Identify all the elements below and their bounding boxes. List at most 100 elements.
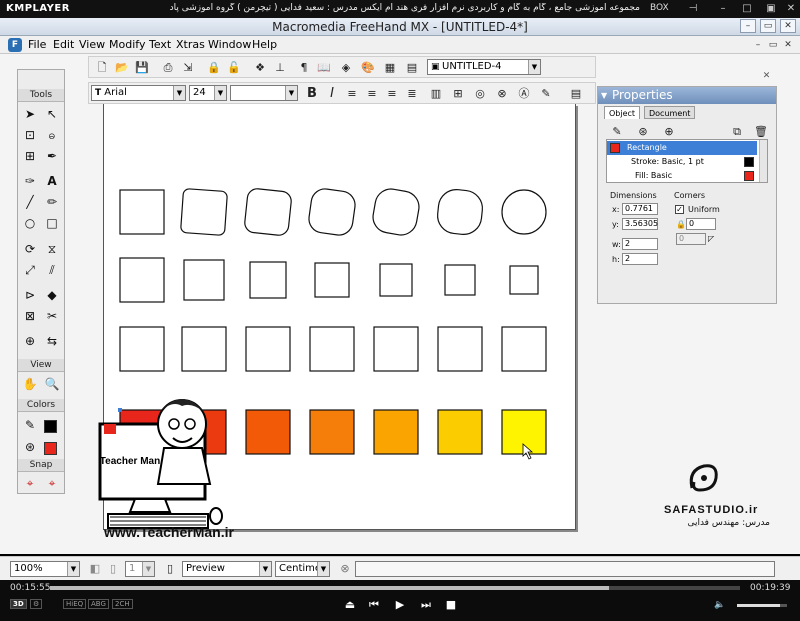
corner-shape-icon[interactable]: ◸ [708,234,714,243]
y-field[interactable]: 3.56305 [622,218,658,230]
tool-icon[interactable]: ⚙ [30,599,43,609]
font-name-select[interactable]: T Arial ▼ [91,85,186,101]
window-close-button[interactable]: ✕ [780,19,796,33]
corner-radius-field[interactable]: 0 [686,218,716,230]
doc-restore-icon[interactable]: ▭ [767,39,779,51]
graphic-hose-icon[interactable]: ⊠ [20,307,40,326]
document-select[interactable]: ▣ UNTITLED-4 ▼ [427,59,541,75]
tab-object[interactable]: Object [604,106,641,119]
hand-tool-icon[interactable]: ✋ [20,375,40,394]
menu-modify[interactable]: Modify [109,38,145,51]
badge-2ch[interactable]: 2CH [112,599,133,609]
skew-tool-icon[interactable]: ⫽ [42,261,62,280]
font-style-select[interactable]: ▼ [230,85,298,101]
menu-view[interactable]: View [79,38,105,51]
lasso-tool-icon[interactable]: ဓ [42,126,62,145]
add-stroke-icon[interactable]: ✎ [608,123,626,140]
w-field[interactable]: 2 [622,238,658,250]
view-mode-select[interactable]: Preview ▼ [182,561,272,577]
text-wrap-icon[interactable]: ▤ [567,85,585,102]
chevron-down-icon[interactable]: ▼ [285,86,297,100]
align-right-icon[interactable]: ≡ [383,85,401,102]
trace-tool-icon[interactable]: ⊞ [20,147,40,166]
connector-tool-icon[interactable]: ⇆ [42,332,62,351]
library-icon[interactable]: 📖 [315,59,333,76]
equal-square[interactable] [245,326,291,372]
volume-slider[interactable] [737,604,787,607]
swatches-icon[interactable]: ▦ [381,59,399,76]
rounded-square[interactable] [244,188,292,236]
perspective-tool-icon[interactable]: ⊕ [20,332,40,351]
shrinking-square[interactable] [444,264,476,296]
equal-square[interactable] [119,326,165,372]
align-icon[interactable]: ⊥ [271,59,289,76]
menu-file[interactable]: File [28,38,46,51]
color-square[interactable] [373,409,419,455]
object-row-stroke[interactable]: Stroke: Basic, 1 pt [607,155,757,169]
trash-icon[interactable]: 🗑 [752,123,770,140]
uniform-checkbox[interactable]: ✓ [675,205,684,214]
import-icon[interactable]: ⎙ [159,59,177,76]
menu-text[interactable]: Text [149,38,171,51]
color-mixer-icon[interactable]: 🎨 [359,59,377,76]
equal-square[interactable] [373,326,419,372]
rounded-square[interactable] [371,187,422,238]
ellipse-tool-icon[interactable]: ○ [20,214,40,233]
reflect-tool-icon[interactable]: ⧖ [42,240,62,259]
chevron-down-icon[interactable]: ▼ [528,60,540,74]
menu-window[interactable]: Window [208,38,251,51]
align-left-icon[interactable]: ≡ [343,85,361,102]
zoom-tool-icon[interactable]: 🔍 [42,375,62,394]
shrinking-square[interactable] [119,257,165,303]
fill-swatch[interactable] [744,171,754,181]
menu-help[interactable]: Help [252,38,277,51]
cancel-render-icon[interactable]: ⊗ [336,560,354,577]
text-editor-icon[interactable]: ¶ [295,59,313,76]
chevron-down-icon[interactable]: ▼ [67,562,79,576]
prev-page-icon[interactable]: ◧ [86,560,104,577]
rounded-square[interactable] [119,189,165,235]
pen-tool-icon[interactable]: ✑ [20,172,40,191]
text-path-icon[interactable]: ⊗ [493,85,511,102]
play-icon[interactable]: ▶ [392,598,408,611]
badge-abg[interactable]: ABG [88,599,109,609]
corner-radius-field-2[interactable]: 0 [676,233,706,245]
knife-tool-icon[interactable]: ✂ [42,307,62,326]
window-minimize-button[interactable]: – [740,19,756,33]
next-icon[interactable]: ⏭ [418,598,434,612]
shrinking-square[interactable] [379,263,413,297]
font-size-select[interactable]: 24 ▼ [189,85,227,101]
page-icon[interactable]: ▯ [104,560,122,577]
properties-close-icon[interactable]: ✕ [760,70,773,83]
properties-header[interactable]: ▼ Properties [598,87,776,104]
shrinking-square[interactable] [314,262,350,298]
mute-icon[interactable]: 🔈 [712,600,728,610]
chevron-down-icon[interactable]: ▼ [214,86,226,100]
seek-bar[interactable] [50,586,740,590]
lock-icon[interactable]: 🔒 [205,59,223,76]
x-field[interactable]: 0.7761 [622,203,658,215]
shrinking-square[interactable] [509,265,539,295]
color-square[interactable] [309,409,355,455]
freeform-tool-icon[interactable]: ⊳ [20,286,40,305]
player-logo[interactable]: KMPLAYER [6,3,70,14]
rotate-tool-icon[interactable]: ⟳ [20,240,40,259]
line-tool-icon[interactable]: ╱ [20,193,40,212]
add-effect-icon[interactable]: ⊕ [660,123,678,140]
h-field[interactable]: 2 [622,253,658,265]
box-label[interactable]: BOX [650,3,669,13]
bold-icon[interactable]: B [303,85,321,102]
italic-icon[interactable]: I [323,85,341,102]
previous-icon[interactable]: ⏮ [366,598,382,612]
maximize-icon[interactable]: □ [740,2,754,16]
minimize-icon[interactable]: – [716,2,730,16]
rounded-square[interactable] [180,188,228,236]
text-attach-icon[interactable]: ⊞ [449,85,467,102]
pencil-tool-icon[interactable]: ✏ [42,193,62,212]
stroke-color-swatch[interactable] [44,420,57,433]
export-icon[interactable]: ⇲ [179,59,197,76]
badge-3d[interactable]: 3D [10,599,27,609]
freehand-app-icon[interactable]: F [8,38,22,52]
badge-hieq[interactable]: HiEQ [63,599,87,609]
stop-icon[interactable]: ■ [443,598,459,611]
